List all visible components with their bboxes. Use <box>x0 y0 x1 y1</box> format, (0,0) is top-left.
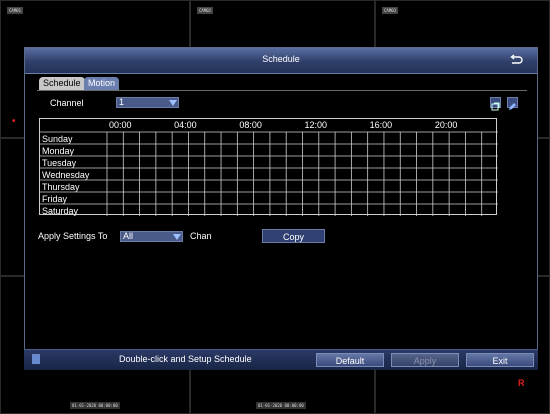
day-label: Saturday <box>42 206 79 216</box>
schedule-grid[interactable]: 00:00 04:00 08:00 12:00 16:00 20:00 Sunday Mond… <box>39 118 498 216</box>
time-header-label: 20:00 <box>435 120 458 130</box>
channel-select[interactable]: 1 <box>116 97 179 108</box>
chevron-down-icon <box>169 100 177 106</box>
day-label: Sunday <box>42 134 73 144</box>
day-label: Wednesday <box>42 170 90 180</box>
copy-button[interactable]: Copy <box>262 229 325 243</box>
day-label: Thursday <box>42 182 80 192</box>
footer-bar: Double-click and Setup Schedule Default … <box>24 349 538 370</box>
day-label: Friday <box>42 194 68 204</box>
edit-pencil-icon[interactable] <box>507 97 518 110</box>
camera-timestamp: 01-01-2020 00:00:00 <box>70 402 120 409</box>
camera-label: CAM01 <box>7 7 24 14</box>
schedule-grid-canvas[interactable]: 00:00 04:00 08:00 12:00 16:00 20:00 Sunday Mond… <box>40 119 498 216</box>
footer-hint: Double-click and Setup Schedule <box>119 354 252 364</box>
chevron-down-icon <box>173 234 181 240</box>
time-header-label: 08:00 <box>239 120 262 130</box>
apply-settings-value: All <box>123 231 134 241</box>
help-icon <box>32 354 40 364</box>
day-label: Tuesday <box>42 158 77 168</box>
title-bar: Schedule <box>25 48 537 74</box>
apply-settings-label: Apply Settings To <box>38 231 108 241</box>
copy-schedule-icon[interactable] <box>490 97 501 111</box>
alert-marker-icon: • <box>12 116 16 127</box>
apply-settings-select[interactable]: All <box>120 231 183 242</box>
time-header-label: 04:00 <box>174 120 197 130</box>
dialog-title: Schedule <box>262 54 300 64</box>
camera-timestamp: 01-01-2020 00:00:00 <box>256 402 306 409</box>
apply-button[interactable]: Apply <box>391 353 459 367</box>
channel-suffix-label: Chan <box>190 231 212 241</box>
default-button[interactable]: Default <box>316 353 384 367</box>
camera-label: CAM02 <box>197 7 214 14</box>
tab-motion[interactable]: Motion <box>84 77 120 90</box>
time-header-label: 12:00 <box>305 120 328 130</box>
time-header-label: 00:00 <box>109 120 132 130</box>
tab-schedule[interactable]: Schedule <box>39 77 85 90</box>
tab-divider <box>37 90 527 91</box>
recording-icon: R <box>518 378 525 388</box>
day-label: Monday <box>42 146 75 156</box>
time-header-label: 16:00 <box>370 120 393 130</box>
camera-label: CAM03 <box>382 7 399 14</box>
channel-label: Channel <box>50 98 84 108</box>
back-icon[interactable] <box>509 53 523 67</box>
channel-value: 1 <box>119 97 125 107</box>
exit-button[interactable]: Exit <box>466 353 534 367</box>
